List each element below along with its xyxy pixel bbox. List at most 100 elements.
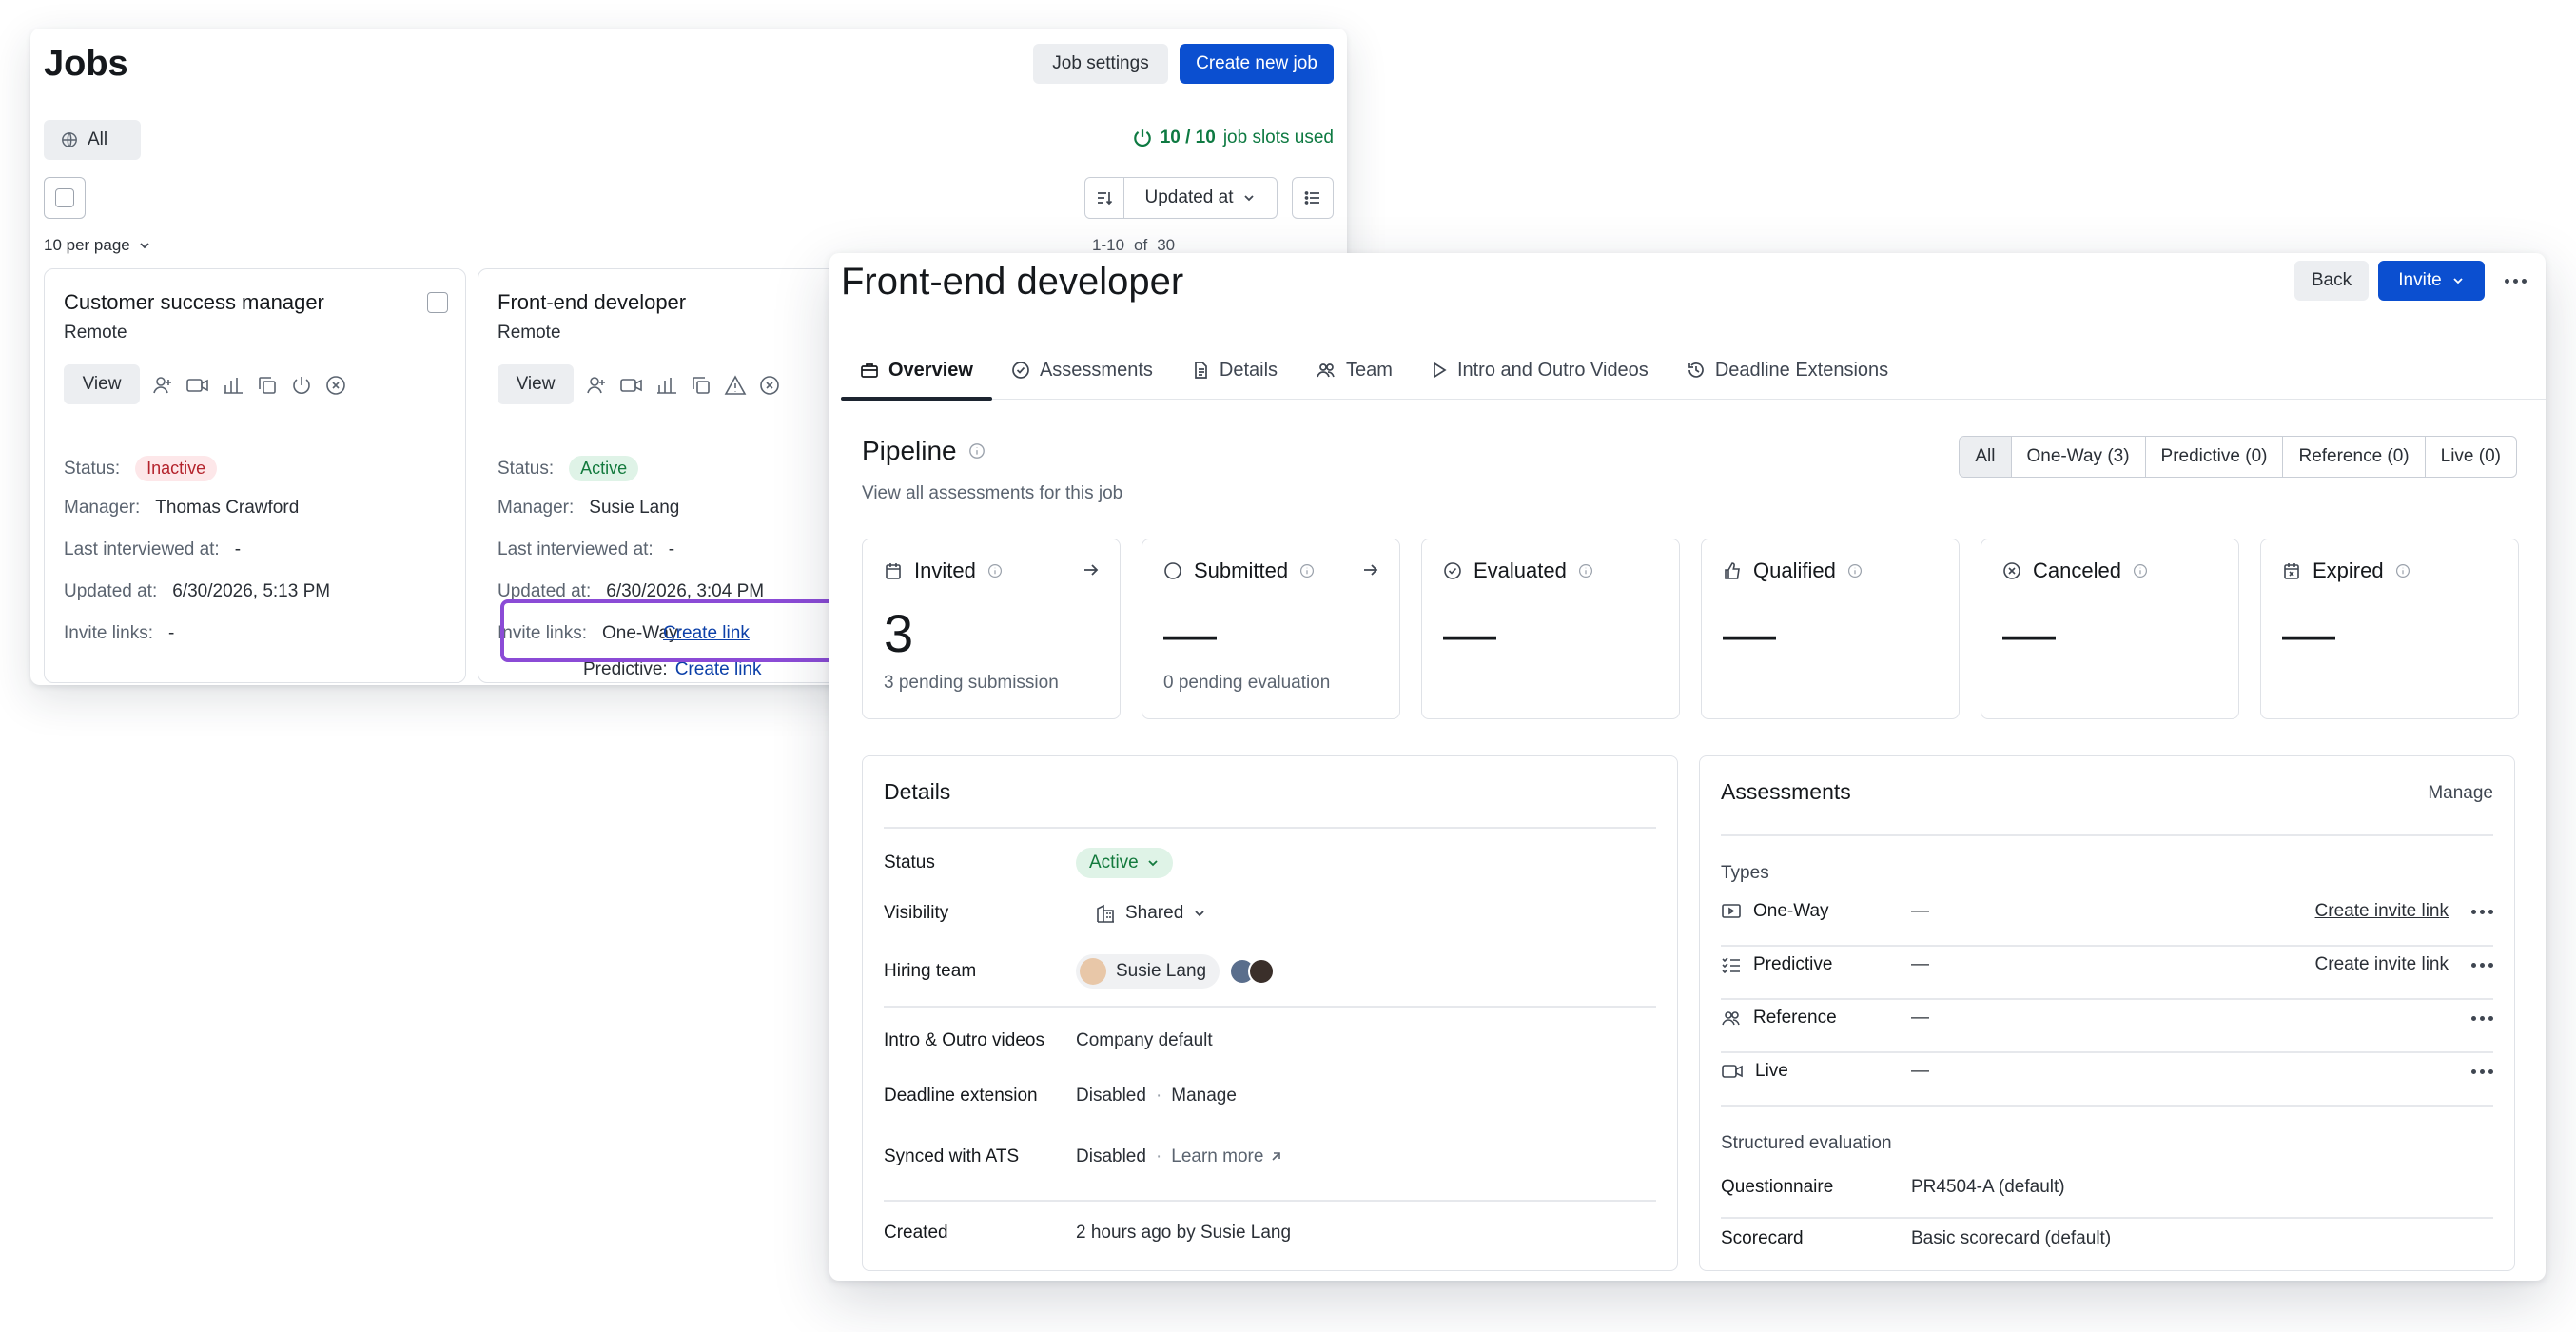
invite-button[interactable]: Invite (2378, 261, 2485, 301)
list-view-button[interactable] (1292, 177, 1334, 219)
play-icon (1431, 361, 1448, 380)
filter-predictive[interactable]: Predictive (0) (2144, 437, 2283, 477)
select-all-checkbox[interactable] (44, 177, 86, 219)
learn-more-link[interactable]: Learn more (1171, 1146, 1282, 1167)
tab-overview[interactable]: Overview (841, 341, 992, 401)
info-icon[interactable] (1299, 563, 1315, 578)
stat-card-expired[interactable]: Expired — (2260, 539, 2519, 719)
back-button[interactable]: Back (2294, 261, 2369, 301)
tab-assessments[interactable]: Assessments (992, 341, 1172, 400)
scorecard-row: Scorecard Basic scorecard (default) (1721, 1228, 2493, 1249)
tab-intro-outro-videos[interactable]: Intro and Outro Videos (1412, 341, 1668, 400)
filter-live[interactable]: Live (0) (2424, 437, 2516, 477)
pipeline-heading: Pipeline (862, 436, 986, 466)
more-icon[interactable] (2471, 1068, 2493, 1074)
tab-deadline-extensions[interactable]: Deadline Extensions (1668, 341, 1907, 400)
info-icon[interactable] (968, 442, 986, 460)
stat-card-invited[interactable]: Invited 3 3 pending submission (862, 539, 1121, 719)
create-new-job-button[interactable]: Create new job (1180, 44, 1334, 84)
tab-team[interactable]: Team (1297, 341, 1412, 400)
stat-card-canceled[interactable]: Canceled — (1981, 539, 2239, 719)
warning-icon[interactable] (724, 374, 747, 397)
all-filter-button[interactable]: All (44, 120, 141, 160)
chevron-down-icon (1146, 856, 1160, 870)
create-invite-link-predictive[interactable]: Create invite link (2315, 954, 2449, 975)
last-interviewed-value: - (668, 539, 675, 559)
stat-header: Qualified (1723, 558, 1863, 583)
job-slots-indicator: 10 / 10 job slots used (1132, 127, 1334, 148)
stat-card-evaluated[interactable]: Evaluated — (1421, 539, 1680, 719)
status-value: Active (1089, 852, 1139, 872)
more-icon[interactable] (2471, 1015, 2493, 1021)
info-icon[interactable] (2395, 563, 2410, 578)
more-icon[interactable] (2471, 909, 2493, 914)
stat-value: — (2002, 603, 2056, 663)
tab-details[interactable]: Details (1172, 341, 1297, 400)
stat-header: Invited (884, 558, 1003, 583)
add-user-icon[interactable] (151, 374, 174, 397)
view-button[interactable]: View (498, 364, 574, 404)
power-icon[interactable] (290, 374, 313, 397)
info-icon[interactable] (1847, 563, 1863, 578)
assessments-title: Assessments (1721, 779, 1851, 804)
details-created-label: Created (884, 1223, 948, 1243)
create-invite-link-one-way[interactable]: Create invite link (2315, 901, 2449, 922)
stat-header: Canceled (2002, 558, 2148, 583)
status-label: Status: (64, 458, 121, 479)
close-circle-icon[interactable] (758, 374, 781, 397)
per-page-dropdown[interactable]: 10 per page (44, 236, 151, 255)
stat-value: — (1443, 603, 1496, 663)
close-circle-icon[interactable] (324, 374, 347, 397)
sort-direction-button[interactable] (1084, 177, 1124, 219)
bar-chart-icon[interactable] (655, 374, 678, 397)
details-box: Details Status Active Visibility Shared … (862, 755, 1678, 1271)
details-title: Details (884, 779, 951, 804)
deadline-manage-link[interactable]: Manage (1171, 1086, 1237, 1107)
created-value: 2 hours ago by Susie Lang (1076, 1223, 1292, 1243)
more-icon[interactable] (2471, 962, 2493, 968)
filter-all[interactable]: All (1960, 437, 2011, 477)
stat-card-qualified[interactable]: Qualified — (1701, 539, 1960, 719)
info-icon[interactable] (987, 563, 1003, 578)
job-card-location: Remote (64, 323, 127, 343)
scorecard-label: Scorecard (1721, 1228, 1804, 1248)
sort-field-dropdown[interactable]: Updated at (1123, 177, 1278, 219)
manager-value: Thomas Crawford (155, 498, 300, 518)
status-dropdown[interactable]: Active (1076, 848, 1173, 878)
check-circle-icon (1443, 561, 1462, 580)
job-card-location: Remote (498, 323, 561, 343)
video-icon[interactable] (619, 374, 644, 397)
add-user-icon[interactable] (585, 374, 608, 397)
arrow-right-icon[interactable] (1361, 560, 1380, 579)
assessment-type-live: Live — (1721, 1061, 2493, 1082)
copy-icon[interactable] (256, 374, 279, 397)
filter-reference[interactable]: Reference (0) (2282, 437, 2424, 477)
predictive-create-link[interactable]: Create link (675, 659, 762, 680)
job-card-checkbox[interactable] (427, 292, 448, 313)
questionnaire-value[interactable]: PR4504-A (default) (1911, 1177, 2493, 1198)
tab-team-label: Team (1346, 359, 1393, 381)
more-actions-button[interactable] (2496, 263, 2534, 299)
job-settings-button[interactable]: Job settings (1033, 44, 1168, 84)
assessment-type-reference: Reference — (1721, 1008, 2493, 1028)
filter-one-way[interactable]: One-Way (3) (2010, 437, 2145, 477)
hiring-team-avatars[interactable] (1229, 958, 1276, 985)
copy-icon[interactable] (690, 374, 712, 397)
circle-icon (1163, 561, 1182, 580)
video-icon[interactable] (185, 374, 210, 397)
job-manager-row: Manager: Susie Lang (498, 498, 679, 519)
stat-label: Submitted (1194, 558, 1289, 582)
briefcase-icon (860, 361, 879, 380)
view-button[interactable]: View (64, 364, 140, 404)
stat-card-submitted[interactable]: Submitted — 0 pending evaluation (1142, 539, 1400, 719)
info-icon[interactable] (2133, 563, 2148, 578)
manage-assessments-link[interactable]: Manage (2428, 783, 2493, 804)
bar-chart-icon[interactable] (222, 374, 244, 397)
visibility-dropdown[interactable]: Shared (1076, 903, 1206, 924)
info-icon[interactable] (1578, 563, 1593, 578)
assessments-box: Assessments Manage Types One-Way — Creat… (1699, 755, 2515, 1271)
arrow-right-icon[interactable] (1082, 560, 1101, 579)
learn-more-label: Learn more (1171, 1146, 1264, 1166)
scorecard-value[interactable]: Basic scorecard (default) (1911, 1228, 2493, 1249)
hiring-team-member[interactable]: Susie Lang (1076, 954, 1220, 989)
